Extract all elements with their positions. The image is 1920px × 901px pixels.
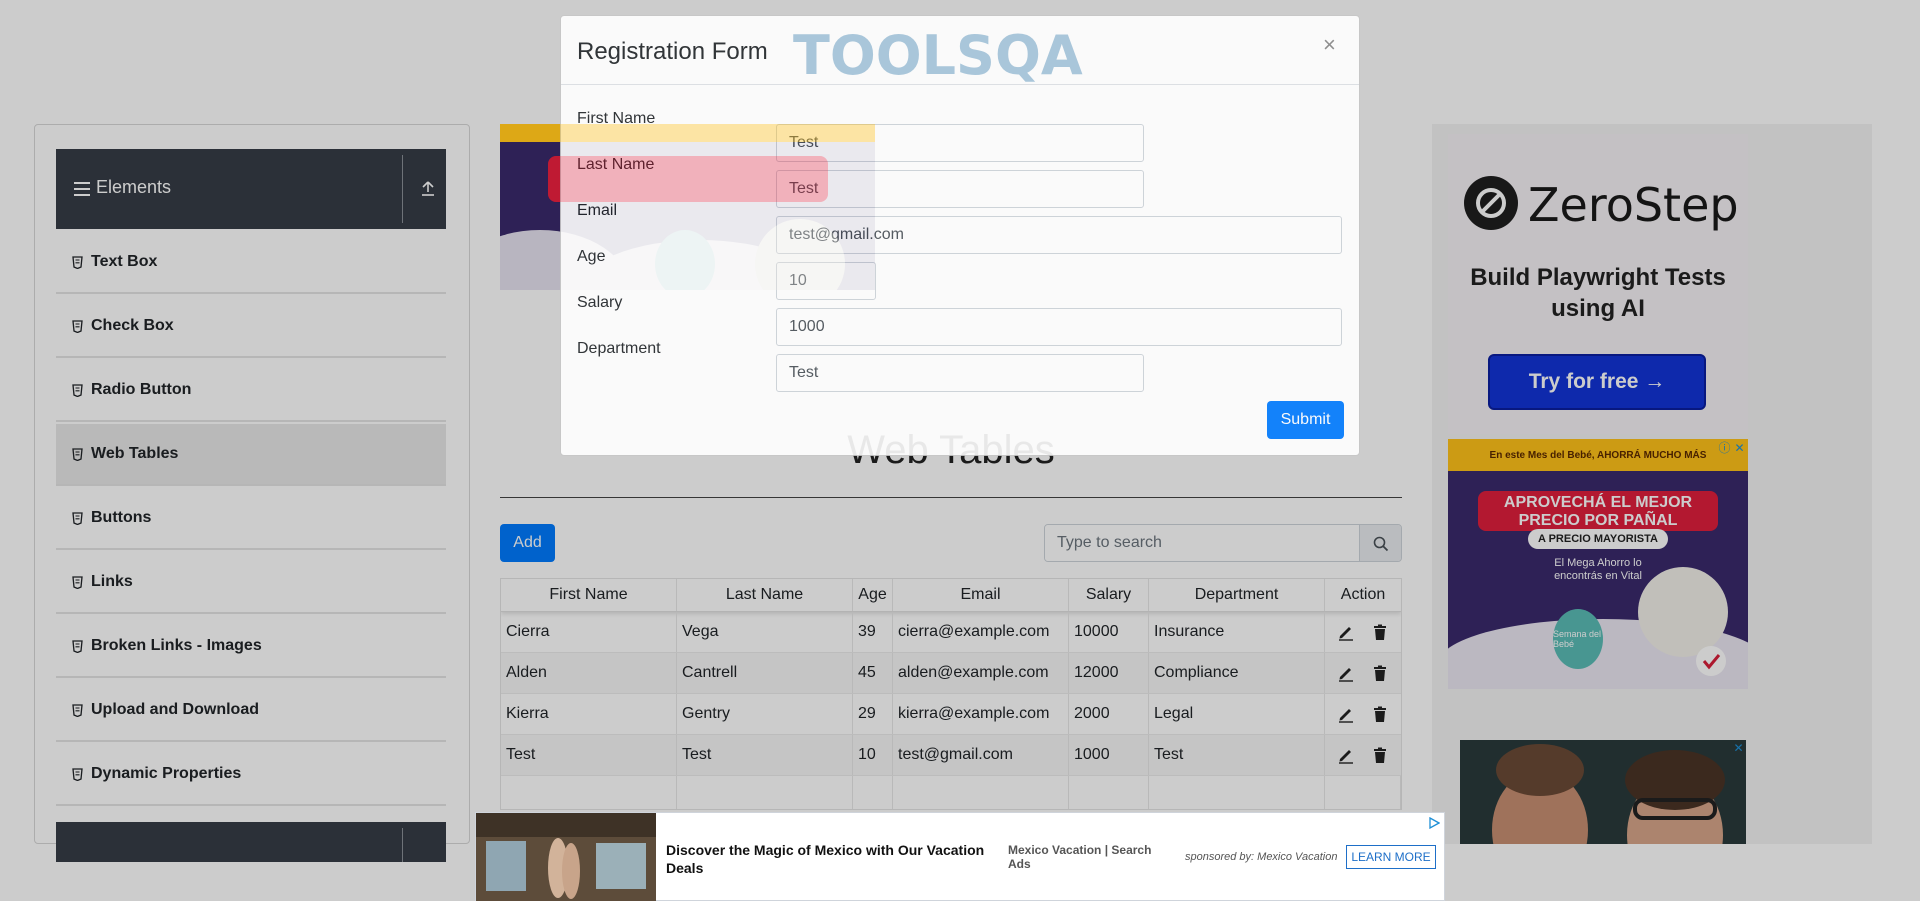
left-ad-overlay bbox=[500, 124, 875, 290]
bottom-banner-ad[interactable]: Discover the Magic of Mexico with Our Va… bbox=[475, 812, 1445, 901]
modal-header: Registration Form TOOLSQA × bbox=[561, 16, 1359, 87]
ad-sponsor: sponsored by: Mexico Vacation bbox=[1185, 851, 1338, 863]
adchoices-icon[interactable] bbox=[1428, 817, 1440, 829]
learn-more-button[interactable]: LEARN MORE bbox=[1346, 845, 1436, 869]
form-input[interactable] bbox=[776, 354, 1144, 392]
modal-title: Registration Form bbox=[577, 38, 768, 65]
ad-headline: Discover the Magic of Mexico with Our Va… bbox=[666, 842, 985, 876]
form-input[interactable] bbox=[776, 308, 1342, 346]
form-label: Department bbox=[577, 340, 661, 357]
toolsqa-logo: TOOLSQA bbox=[793, 24, 1083, 87]
form-label: Salary bbox=[577, 294, 623, 311]
close-icon[interactable]: × bbox=[1323, 32, 1336, 58]
resort-photo bbox=[476, 813, 656, 901]
ad-source: Mexico Vacation | Search Ads bbox=[1008, 843, 1152, 871]
submit-button[interactable]: Submit bbox=[1267, 401, 1344, 439]
logo-text: TOOLSQA bbox=[793, 24, 1083, 87]
